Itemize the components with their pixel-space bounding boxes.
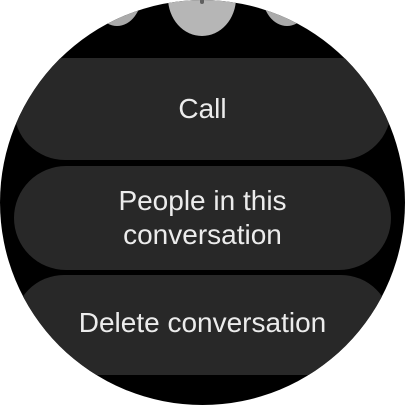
call-label: Call	[178, 93, 227, 124]
people-in-conversation-button[interactable]: People in this conversation	[14, 166, 391, 270]
action-chip-left[interactable]	[92, 0, 142, 26]
people-label: People in this conversation	[118, 185, 287, 250]
action-chip-center[interactable]	[168, 0, 236, 36]
watch-screen: Call People in this conversation Delete …	[0, 0, 405, 405]
delete-conversation-button[interactable]: Delete conversation	[14, 275, 391, 375]
delete-label: Delete conversation	[78, 307, 327, 338]
action-chip-right[interactable]	[262, 0, 312, 26]
call-button[interactable]: Call	[14, 58, 391, 160]
chip-icon	[200, 0, 204, 4]
